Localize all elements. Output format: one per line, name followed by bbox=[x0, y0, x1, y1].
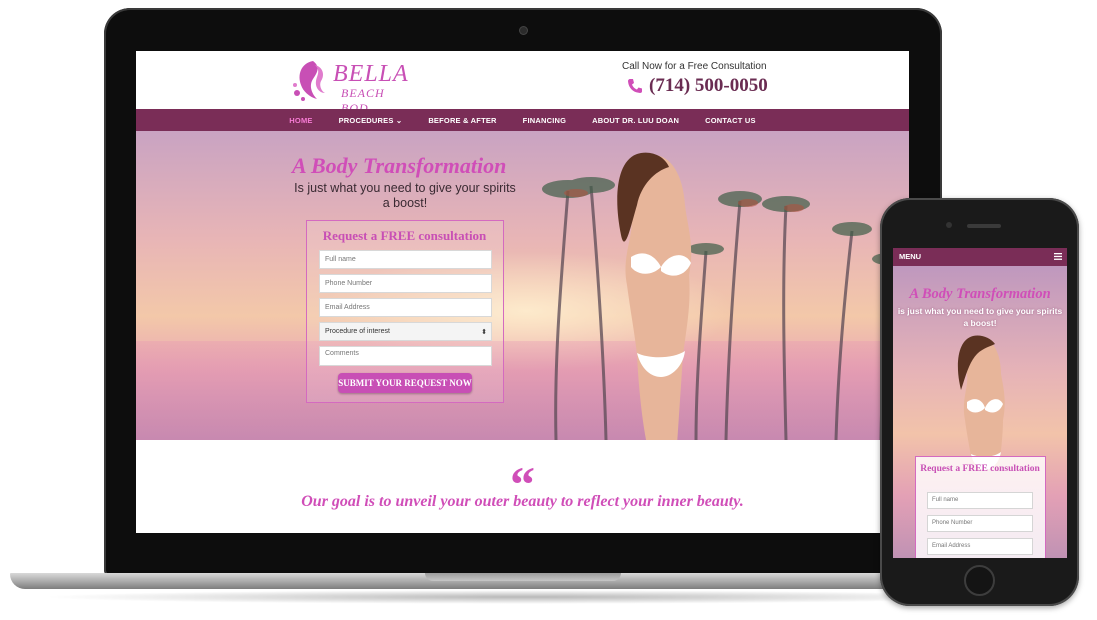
nav-item-about[interactable]: ABOUT DR. LUU DOAN bbox=[592, 116, 679, 125]
mobile-phone-field[interactable]: Phone Number bbox=[927, 515, 1033, 532]
mobile-model-photo bbox=[957, 335, 1005, 470]
hero-subtitle: Is just what you need to give your spiri… bbox=[294, 181, 516, 210]
hamburger-icon[interactable] bbox=[1054, 253, 1062, 260]
consultation-form: Request a FREE consultation Full name Ph… bbox=[306, 220, 504, 403]
phone-camera bbox=[946, 222, 952, 228]
nav-item-home[interactable]: HOME bbox=[289, 116, 312, 125]
model-photo bbox=[617, 152, 692, 440]
mobile-consultation-form: Request a FREE consultation Full name Ph… bbox=[915, 456, 1046, 558]
logo[interactable]: BELLA BEACH BOD bbox=[291, 57, 411, 115]
mobile-hero-subtitle: is just what you need to give your spiri… bbox=[897, 306, 1063, 328]
procedure-select[interactable]: Procedure of interest ⬍ bbox=[319, 322, 492, 341]
site-header: BELLA BEACH BOD Call Now for a Free Cons… bbox=[136, 51, 909, 115]
nav-item-financing[interactable]: FINANCING bbox=[523, 116, 566, 125]
submit-button[interactable]: SUBMIT YOUR REQUEST NOW bbox=[338, 373, 472, 393]
palm-trees-image bbox=[542, 177, 904, 440]
mobile-website: MENU A Body Transformation is just what … bbox=[893, 248, 1067, 558]
mobile-email-field[interactable]: Email Address bbox=[927, 538, 1033, 555]
logo-face-icon bbox=[293, 61, 325, 101]
phone-number-field[interactable]: Phone Number bbox=[319, 274, 492, 293]
main-nav: HOME PROCEDURES ⌄ BEFORE & AFTER FINANCI… bbox=[136, 109, 909, 131]
email-field[interactable]: Email Address bbox=[319, 298, 492, 317]
logo-name: BELLA bbox=[333, 61, 409, 87]
form-title: Request a FREE consultation bbox=[322, 228, 487, 243]
phone-speaker bbox=[967, 224, 1001, 228]
phone-number: (714) 500-0050 bbox=[649, 75, 768, 96]
mission-quote: Our goal is to unveil your outer beauty … bbox=[301, 493, 744, 510]
mobile-hero-title: A Body Transformation bbox=[909, 286, 1051, 302]
nav-item-procedures[interactable]: PROCEDURES ⌄ bbox=[339, 116, 403, 125]
hero-title: A Body Transformation bbox=[292, 153, 507, 178]
nav-item-before-after[interactable]: BEFORE & AFTER bbox=[428, 116, 496, 125]
hero-banner: A Body Transformation Is just what you n… bbox=[136, 131, 909, 440]
phone-home-button[interactable] bbox=[964, 565, 995, 596]
phone-icon bbox=[628, 79, 642, 93]
mobile-nav-bar[interactable]: MENU bbox=[893, 248, 1067, 266]
select-arrows-icon: ⬍ bbox=[481, 329, 487, 336]
laptop-camera bbox=[520, 27, 527, 34]
mobile-menu-label: MENU bbox=[899, 252, 922, 261]
full-name-field[interactable]: Full name bbox=[319, 250, 492, 269]
call-now-text: Call Now for a Free Consultation bbox=[622, 61, 767, 72]
mobile-form-title: Request a FREE consultation bbox=[920, 464, 1040, 474]
laptop-notch bbox=[425, 573, 621, 581]
nav-item-contact[interactable]: CONTACT US bbox=[705, 116, 756, 125]
desktop-website: BELLA BEACH BOD Call Now for a Free Cons… bbox=[136, 51, 909, 533]
procedure-select-value: Procedure of interest bbox=[325, 328, 390, 335]
mobile-full-name-field[interactable]: Full name bbox=[927, 492, 1033, 509]
laptop-shadow bbox=[40, 590, 1010, 604]
comments-field[interactable]: Comments bbox=[319, 346, 492, 366]
header-phone[interactable]: (714) 500-0050 bbox=[627, 75, 768, 97]
